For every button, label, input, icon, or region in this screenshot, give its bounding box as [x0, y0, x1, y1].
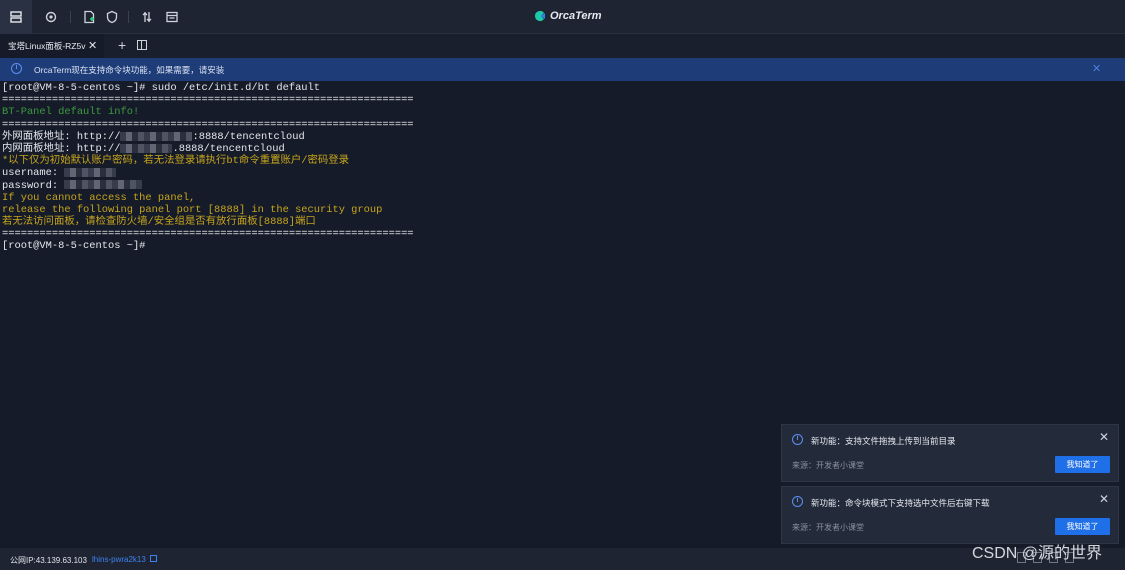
terminal-line: *以下仅为初始默认账户密码，若无法登录请执行bt命令重置账户/密码登录 — [2, 155, 350, 168]
top-toolbar: OrcaTerm — [0, 0, 1125, 34]
terminal-line: ========================================… — [2, 118, 414, 131]
got-it-button[interactable]: 我知道了 — [1055, 456, 1110, 473]
brand-name: OrcaTerm — [550, 10, 602, 22]
public-ip-text: 公网IP:43.139.63.103 — [10, 556, 87, 565]
toast-title: 新功能：支持文件拖拽上传到当前目录 — [811, 436, 956, 446]
redacted-block — [120, 143, 173, 153]
external-link-icon[interactable] — [150, 555, 157, 562]
watermark: CSDN @源的世界 — [972, 545, 1103, 562]
split-arrows-icon[interactable] — [137, 7, 157, 27]
terminal-line: [root@VM-8-5-centos ~]# sudo /etc/init.d… — [2, 82, 321, 94]
toast-source: 来源：开发者小课堂 — [792, 461, 864, 470]
terminal-line: 外网面板地址: http:// :8888/tencentcloud — [2, 131, 1125, 143]
status-bar: 公网IP:43.139.63.103 lhins-pwra2k13 — [0, 548, 1125, 570]
settings-icon[interactable] — [41, 7, 61, 27]
tab-bar: 宝塔Linux面板-RZ5v ✕ + — [0, 34, 1125, 58]
toast-notification: i 新功能：命令块模式下支持选中文件后右键下载 ✕ 来源：开发者小课堂 我知道了 — [781, 486, 1119, 544]
notice-banner: i OrcaTerm现在支持命令块功能，如果需要，请安装 ✕ — [0, 58, 1125, 81]
toolbar-divider — [70, 11, 71, 23]
info-icon: i — [11, 63, 22, 74]
line-prefix: 外网面板地址: http:// — [2, 130, 121, 143]
got-it-button[interactable]: 我知道了 — [1055, 518, 1110, 535]
instance-id-link[interactable]: lhins-pwra2k13 — [92, 555, 146, 564]
info-icon: i — [792, 496, 803, 507]
toast-close-icon[interactable]: ✕ — [1099, 430, 1109, 444]
server-list-icon[interactable] — [6, 7, 26, 27]
tab-close-icon[interactable]: ✕ — [88, 39, 97, 53]
new-file-icon[interactable] — [79, 7, 99, 27]
orcaterm-logo-icon — [535, 11, 545, 21]
toast-title: 新功能：命令块模式下支持选中文件后右键下载 — [811, 498, 990, 508]
window-icon[interactable] — [162, 7, 182, 27]
line-suffix: .8888/tencentcloud — [172, 142, 285, 155]
line-prefix: 内网面板地址: http:// — [2, 142, 121, 155]
terminal-line: release the following panel port [8888] … — [2, 203, 383, 216]
toast-source: 来源：开发者小课堂 — [792, 523, 864, 532]
notice-close-icon[interactable]: ✕ — [1092, 62, 1101, 76]
terminal-line: password: — [2, 180, 1125, 192]
toast-close-icon[interactable]: ✕ — [1099, 492, 1109, 506]
add-tab-icon[interactable]: + — [118, 37, 126, 53]
line-suffix: :8888/tencentcloud — [192, 130, 305, 143]
redacted-block — [64, 168, 117, 178]
info-icon: i — [792, 434, 803, 445]
terminal-line: ========================================… — [2, 94, 414, 107]
redacted-block — [120, 131, 193, 141]
terminal-line: If you cannot access the panel, — [2, 191, 196, 204]
redacted-block — [64, 180, 143, 190]
line-prefix: username: — [2, 167, 65, 180]
line-prefix: password: — [2, 179, 65, 192]
brand: OrcaTerm — [533, 9, 602, 23]
terminal-line: 内网面板地址: http:// .8888/tencentcloud — [2, 143, 1125, 155]
terminal-line: username: — [2, 167, 1125, 179]
terminal-line: 若无法访问面板，请检查防火墙/安全组是否有放行面板[8888]端口 — [2, 216, 316, 229]
toast-notification: i 新功能：支持文件拖拽上传到当前目录 ✕ 来源：开发者小课堂 我知道了 — [781, 424, 1119, 482]
shield-icon[interactable] — [102, 7, 122, 27]
split-view-icon[interactable] — [137, 40, 147, 50]
toolbar-divider — [128, 11, 129, 23]
tab-label: 宝塔Linux面板-RZ5v — [8, 41, 86, 51]
notice-text: OrcaTerm现在支持命令块功能，如果需要，请安装 — [34, 65, 225, 75]
terminal-prompt: [root@VM-8-5-centos ~]# — [2, 240, 146, 253]
terminal-line: ========================================… — [2, 228, 414, 241]
terminal-line: BT-Panel default info! — [2, 106, 140, 119]
